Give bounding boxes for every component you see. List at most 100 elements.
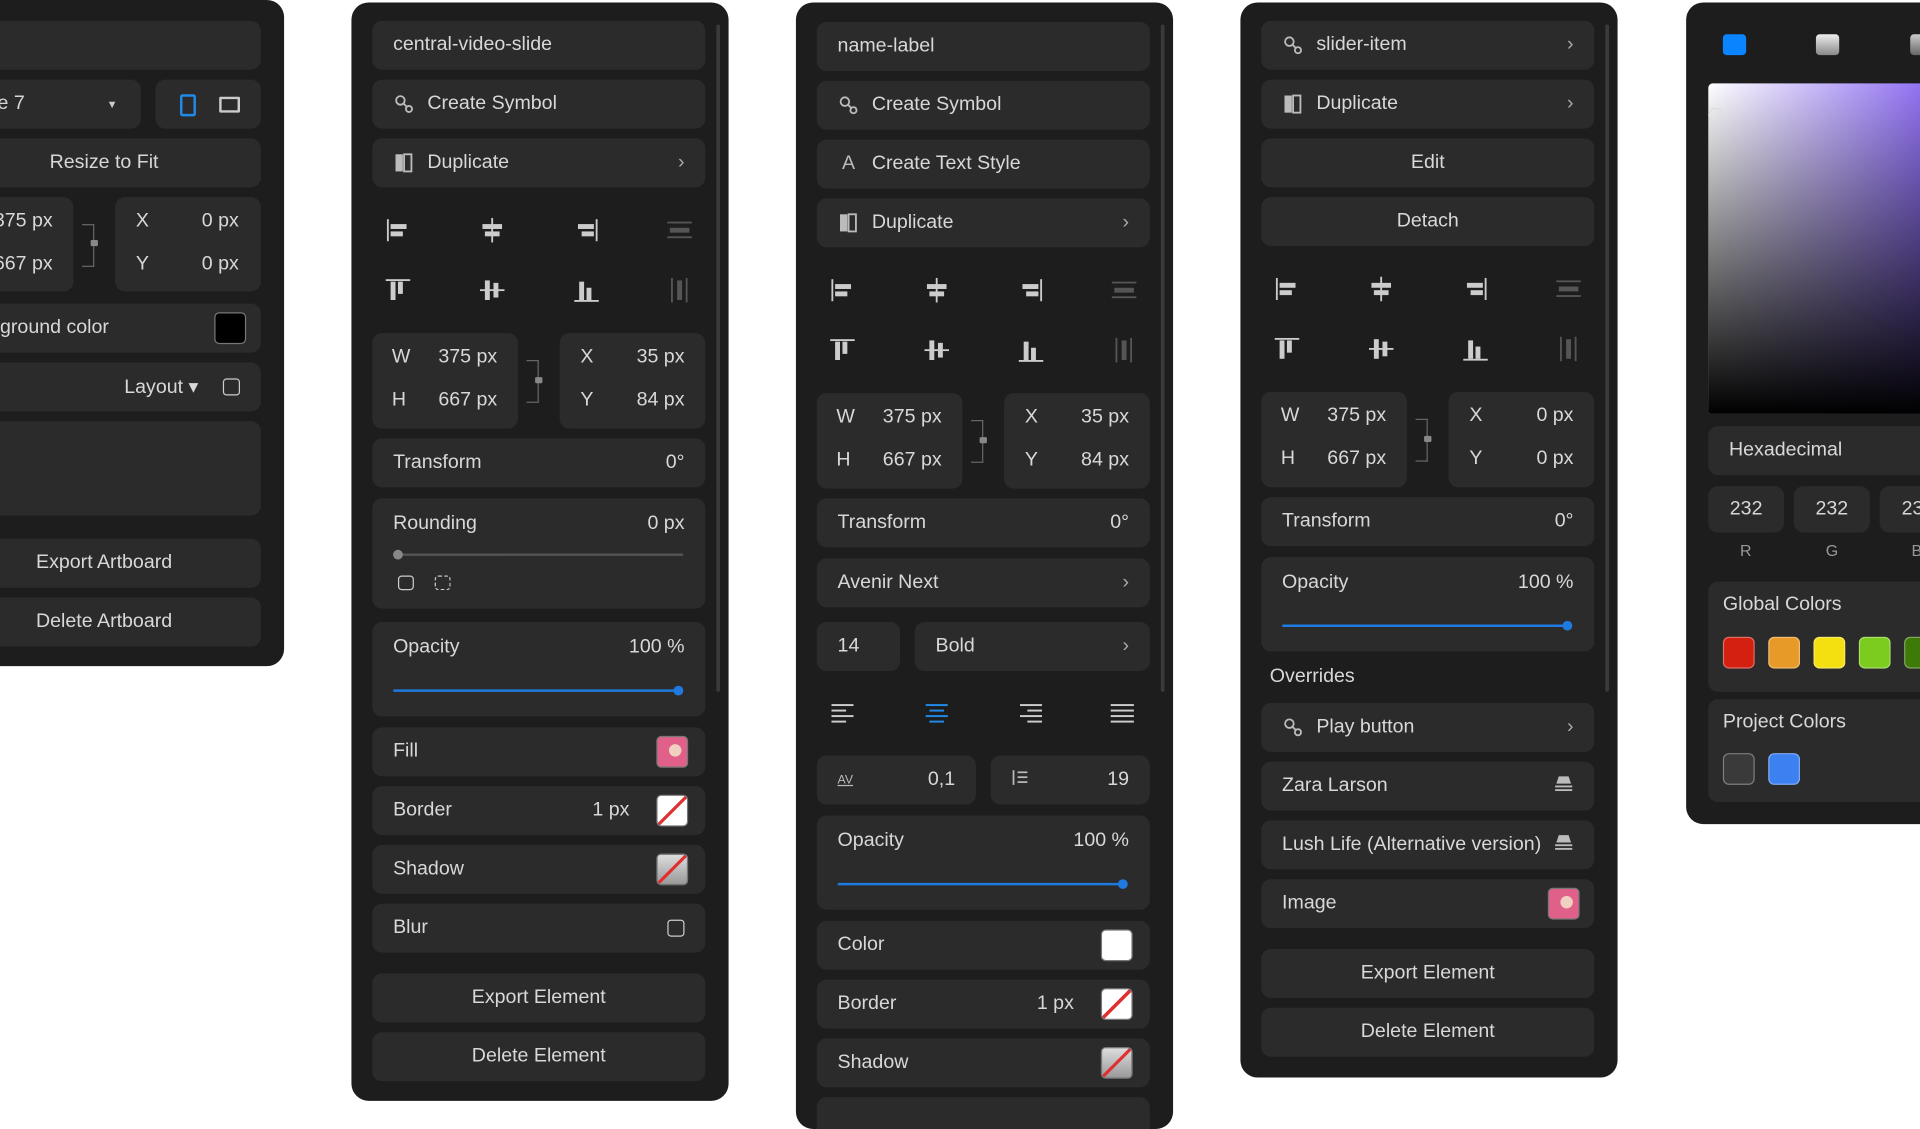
border-color-swatch[interactable] (656, 794, 689, 827)
width-value[interactable]: 375 px (438, 347, 497, 369)
distribute-horizontal-icon[interactable] (1555, 336, 1582, 363)
create-symbol-button[interactable]: Create Symbol (372, 79, 706, 129)
duplicate-button[interactable]: Duplicate › (1261, 79, 1595, 129)
align-bottom-icon[interactable] (573, 277, 600, 304)
lock-icon[interactable] (90, 240, 98, 247)
height-value[interactable]: 667 px (0, 253, 53, 275)
background-color-row[interactable]: ground color (0, 303, 261, 353)
distribute-vertical-icon[interactable] (666, 217, 693, 244)
resize-to-fit-button[interactable]: Resize to Fit (0, 138, 261, 188)
opacity-slider[interactable] (1282, 620, 1573, 631)
shadow-row[interactable]: Shadow (816, 1038, 1150, 1088)
opacity-value[interactable]: 100 % (1518, 572, 1574, 594)
transform-value[interactable]: 0° (1555, 511, 1574, 533)
project-color-swatch[interactable] (1768, 753, 1801, 785)
solid-fill-tab-icon[interactable] (1722, 34, 1747, 56)
create-symbol-button[interactable]: Create Symbol (816, 80, 1150, 130)
delete-element-button[interactable]: Delete Element (372, 1032, 706, 1082)
text-align-right-icon[interactable] (1018, 702, 1043, 724)
corner-independent-icon[interactable] (434, 575, 451, 591)
transform-value[interactable]: 0° (666, 452, 685, 474)
align-right-icon[interactable] (1018, 277, 1045, 304)
border-width-value[interactable]: 1 px (592, 800, 629, 822)
symbol-name-button[interactable]: slider-item › (1261, 20, 1595, 70)
y-value[interactable]: 84 px (637, 389, 685, 411)
override-image-swatch[interactable] (1547, 887, 1580, 920)
override-play-button[interactable]: Play button › (1261, 702, 1595, 752)
text-style-stack-icon[interactable] (1554, 774, 1574, 797)
align-right-icon[interactable] (1462, 276, 1489, 303)
width-value[interactable]: 375 px (883, 407, 942, 429)
image-fill-tab-icon[interactable] (1910, 34, 1920, 56)
distribute-vertical-icon[interactable] (1555, 276, 1582, 303)
delete-artboard-button[interactable]: Delete Artboard (0, 597, 261, 647)
border-row[interactable]: Border 1 px (372, 786, 706, 836)
picker-handle[interactable] (1708, 107, 1723, 123)
portrait-icon[interactable] (180, 94, 196, 117)
border-row[interactable]: Border 1 px (816, 979, 1150, 1029)
x-value[interactable]: 35 px (1081, 407, 1129, 429)
opacity-slider-handle[interactable] (673, 685, 684, 696)
blur-row[interactable]: Blur (372, 903, 706, 953)
line-height-field[interactable]: 19 (990, 755, 1150, 805)
global-color-swatch[interactable] (1813, 636, 1846, 669)
y-value[interactable]: 84 px (1081, 449, 1129, 471)
opacity-slider-handle[interactable] (1117, 879, 1128, 889)
background-color-swatch[interactable] (214, 312, 247, 345)
width-value[interactable]: 375 px (0, 211, 53, 233)
lock-icon[interactable] (979, 437, 987, 444)
align-middle-icon[interactable] (1368, 336, 1395, 363)
shadow-row[interactable]: Shadow (372, 844, 706, 894)
blur-checkbox[interactable] (667, 919, 685, 937)
align-middle-icon[interactable] (923, 337, 950, 364)
width-value[interactable]: 375 px (1327, 405, 1386, 427)
global-color-swatch[interactable] (1768, 636, 1801, 669)
element-name-field[interactable]: name-label (816, 22, 1150, 72)
text-color-swatch[interactable] (1100, 929, 1133, 962)
text-align-center-icon[interactable] (924, 702, 948, 724)
color-format-dropdown[interactable]: Hexadecimal (1708, 426, 1920, 476)
global-color-swatch[interactable] (1904, 636, 1920, 669)
align-bottom-icon[interactable] (1018, 337, 1045, 364)
scrollbar[interactable] (1160, 24, 1165, 692)
x-value[interactable]: 35 px (637, 347, 685, 369)
align-center-h-icon[interactable] (1368, 276, 1395, 303)
export-element-button[interactable]: Export Element (372, 973, 706, 1023)
y-value[interactable]: 0 px (1536, 448, 1573, 470)
transform-row[interactable]: Transform 0° (816, 498, 1150, 548)
height-value[interactable]: 667 px (438, 389, 497, 411)
distribute-horizontal-icon[interactable] (666, 277, 693, 304)
border-width-value[interactable]: 1 px (1037, 993, 1074, 1015)
duplicate-button[interactable]: Duplicate › (372, 138, 706, 188)
shadow-swatch[interactable] (1100, 1046, 1133, 1079)
rounding-value[interactable]: 0 px (647, 513, 684, 535)
opacity-value[interactable]: 100 % (629, 637, 685, 659)
opacity-value[interactable]: 100 % (1073, 830, 1129, 852)
detach-button[interactable]: Detach (1261, 197, 1595, 247)
height-value[interactable]: 667 px (883, 449, 942, 471)
opacity-slider-handle[interactable] (1562, 620, 1573, 631)
saturation-brightness-picker[interactable] (1708, 83, 1920, 414)
align-right-icon[interactable] (573, 217, 600, 244)
red-field[interactable]: 232 (1708, 486, 1785, 533)
opacity-slider[interactable] (393, 685, 684, 696)
blue-field[interactable]: 23 (1879, 486, 1920, 533)
opacity-slider[interactable] (837, 879, 1128, 889)
override-text-1[interactable]: Zara Larson (1261, 761, 1595, 811)
fill-row[interactable]: Fill (372, 727, 706, 777)
export-element-button[interactable]: Export Element (1261, 948, 1595, 998)
align-left-icon[interactable] (829, 277, 856, 304)
y-value[interactable]: 0 px (202, 253, 239, 275)
transform-row[interactable]: Transform 0° (372, 438, 706, 488)
gradient-fill-tab-icon[interactable] (1815, 34, 1840, 56)
device-dropdown[interactable]: e 7 ▼ (0, 79, 141, 129)
project-color-swatch[interactable] (1722, 753, 1755, 785)
align-top-icon[interactable] (384, 277, 411, 304)
artboard-name-field[interactable] (0, 20, 261, 70)
scrollbar[interactable] (716, 24, 721, 692)
green-field[interactable]: 232 (1793, 486, 1870, 533)
lock-icon[interactable] (535, 377, 543, 384)
color-row[interactable]: Color (816, 920, 1150, 970)
align-center-h-icon[interactable] (479, 217, 506, 244)
global-color-swatch[interactable] (1722, 636, 1755, 669)
